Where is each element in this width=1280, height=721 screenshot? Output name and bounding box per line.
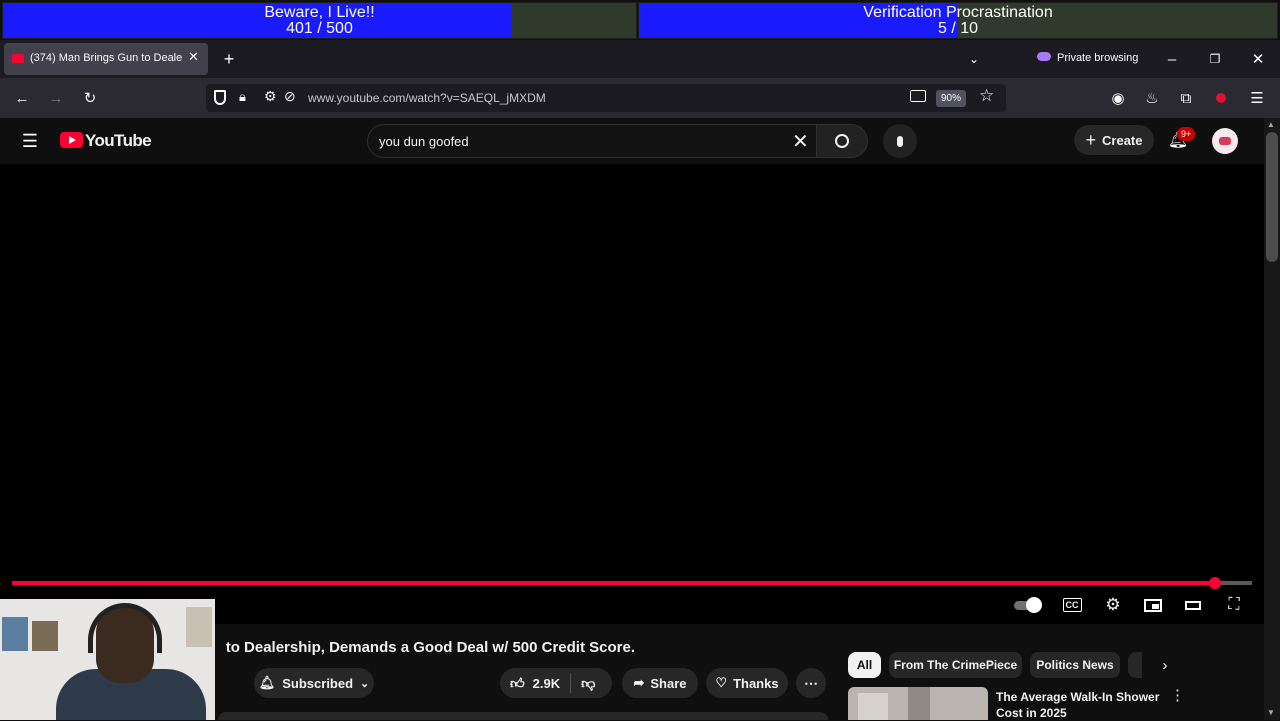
reload-icon[interactable]: ↻ [76,84,104,112]
webcam-wall-art [2,617,28,651]
tab-list-chevron-icon[interactable]: ⌄ [960,45,988,73]
goal-right-count: 5 / 10 [937,20,979,37]
goal-right-title: Verification Procrastination [863,4,1053,21]
search-button[interactable] [816,124,868,158]
like-dislike-group: 👍︎ 2.9K 👎︎ [500,668,612,698]
share-label: Share [650,675,687,691]
play-icon [1026,597,1042,613]
clear-search-icon[interactable]: ✕ [792,129,809,154]
goal-bar-right: Verification Procrastination 5 / 10 [638,2,1278,39]
new-tab-icon[interactable]: + [215,45,243,73]
youtube-favicon-icon [12,54,24,63]
private-browsing-label: Private browsing [1057,52,1139,64]
youtube-play-logo-icon [60,132,83,148]
plus-icon: + [1085,129,1097,150]
share-button[interactable]: ➦ Share [622,668,698,698]
seek-handle[interactable] [1208,577,1221,589]
extension-badge-icon[interactable] [1216,93,1226,103]
goal-left-count: 401 / 500 [286,20,353,37]
subscribed-button[interactable]: 🔔︎ Subscribed ⌄ [254,668,374,698]
more-dots-icon: ⋯ [804,674,818,691]
bookmark-star-icon[interactable]: ☆ [979,86,994,106]
url-text[interactable]: www.youtube.com/watch?v=SAEQL_jMXDM [308,91,546,105]
yt-menu-icon[interactable]: ☰ [16,127,44,155]
recommended-more-icon[interactable]: ⋮ [1170,686,1185,704]
share-arrow-icon: ➦ [633,675,645,690]
heart-dollar-icon: ♡ [715,675,728,690]
avatar[interactable] [1212,128,1238,154]
search-icon [835,134,849,148]
description-box-edge [218,712,828,720]
recommended-thumbnail[interactable] [848,687,988,720]
forward-icon[interactable]: → [42,84,70,112]
chips-next-chevron-icon[interactable]: › [1151,651,1179,679]
like-count: 2.9K [532,675,561,691]
thanks-label: Thanks [733,675,779,691]
bell-ring-icon: 🔔︎ [258,675,276,690]
fullscreen-icon[interactable]: ⛶ [1220,592,1248,618]
autoplay-toggle[interactable] [1014,592,1046,618]
tracking-shield-icon[interactable] [214,90,226,105]
chip-from-channel[interactable]: From The CrimePiece [889,652,1022,678]
account-icon[interactable]: ◉ [1104,84,1132,112]
thumbs-up-icon: 👍︎ [510,674,525,691]
restore-icon[interactable]: ❐ [1201,45,1229,73]
subscribed-label: Subscribed [282,675,354,691]
create-label: Create [1102,132,1143,148]
notifications-badge: 9+ [1177,127,1196,141]
miniplayer-icon[interactable] [1139,592,1167,618]
picture-in-picture-icon[interactable] [910,90,926,102]
url-bar[interactable]: 🔒︎ ⚙ ⊘ www.youtube.com/watch?v=SAEQL_jMX… [206,84,1006,112]
seek-bar-progress [12,581,1215,585]
more-actions-button[interactable]: ⋯ [796,668,826,698]
tab-youtube[interactable]: (374) Man Brings Gun to Dealer ✕ [4,43,208,75]
tab-title: (374) Man Brings Gun to Dealer [30,52,182,64]
scroll-down-arrow-icon[interactable]: ▼ [1267,708,1275,717]
search-box[interactable]: you dun goofed ✕ [367,124,817,158]
search-input[interactable]: you dun goofed [379,134,469,149]
settings-gear-icon[interactable]: ⚙ [1099,592,1127,618]
back-icon[interactable]: ← [8,84,36,112]
close-window-icon[interactable]: ✕ [1244,45,1272,73]
tab-strip: (374) Man Brings Gun to Dealer ✕ + ⌄ Pri… [0,40,1280,78]
video-title: Man Brings Gun to Dealership, Demands a … [223,639,635,656]
goal-bar-left: Beware, I Live!! 401 / 500 [2,2,637,39]
youtube-logo-text: YouTube [85,131,152,150]
autoplay-blocked-icon[interactable]: ⊘ [284,88,296,105]
thumbs-down-icon[interactable]: 👎︎ [581,675,595,692]
subtitles-cc-icon[interactable]: CC [1058,592,1086,618]
chip-politics-news[interactable]: Politics News [1030,652,1120,678]
scroll-up-arrow-icon[interactable]: ▲ [1267,120,1275,129]
minimize-icon[interactable]: – [1158,45,1186,73]
webcam-overlay [0,599,215,720]
microphone-icon [897,135,903,147]
private-browsing-icon [1037,52,1051,61]
app-menu-icon[interactable]: ☰ [1243,84,1271,112]
chip-partial[interactable] [1128,652,1142,678]
tab-close-icon[interactable]: ✕ [188,49,199,65]
headphones-icon [88,603,162,653]
lock-icon[interactable]: 🔒︎ [239,89,246,105]
firefox-view-icon[interactable]: ♨ [1138,84,1166,112]
permissions-icon[interactable]: ⚙ [264,88,277,105]
like-button[interactable]: 👍︎ 2.9K [500,675,560,692]
extensions-icon[interactable]: ⧉ [1172,84,1200,112]
create-button[interactable]: + Create [1074,125,1154,155]
video-player[interactable] [0,164,1264,624]
thanks-button[interactable]: ♡ Thanks [706,668,788,698]
goal-left-title: Beware, I Live!! [264,4,375,21]
seek-bar[interactable] [12,577,1252,589]
chip-all[interactable]: All [848,652,881,678]
chevron-down-icon: ⌄ [360,677,370,690]
theater-mode-icon[interactable] [1179,592,1207,618]
zoom-level[interactable]: 90% [936,90,967,107]
recommended-title[interactable]: The Average Walk-In Shower Cost in 2025 [996,689,1159,721]
voice-search-button[interactable] [883,124,917,158]
scrollbar-thumb[interactable] [1266,132,1278,262]
